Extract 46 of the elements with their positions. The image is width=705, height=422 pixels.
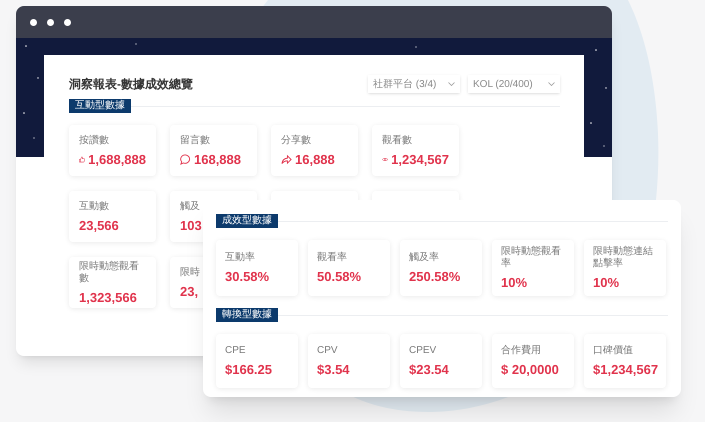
section-tag: 互動型數據: [69, 99, 131, 113]
stat-label: 分享數: [281, 134, 312, 146]
stat-label: 互動數: [79, 200, 110, 212]
thumbs-up-icon: [79, 154, 86, 164]
stat-value: $ 20,0000: [501, 362, 559, 377]
share-arrow-icon: [281, 154, 292, 164]
stat-value: 1,234,567: [391, 152, 449, 166]
section-tag: 成效型數據: [216, 214, 278, 228]
stat-value: 1,688,888: [88, 152, 146, 166]
stat-label: 限時動態觀看數: [79, 260, 140, 284]
stat-value: 168,888: [194, 152, 241, 166]
filter-dropdown[interactable]: 社群平台 (3/4): [368, 75, 460, 93]
stat-label: 觀看率: [317, 252, 348, 264]
stat-label: CPV: [317, 345, 339, 357]
stat-label: 觸及: [180, 200, 201, 212]
stat-value: $23.54: [409, 362, 449, 377]
stat-value: $1,234,567: [593, 362, 658, 377]
stat-value: 10%: [593, 275, 620, 290]
section-tag: 轉換型數據: [216, 308, 278, 322]
stat-value: 23,566: [79, 218, 119, 232]
stat-label: 按讚數: [79, 134, 110, 146]
chevron-down-icon: [448, 82, 455, 86]
stat-value: $3.54: [317, 362, 350, 377]
stat-label: 限時動態觀看率: [501, 246, 562, 270]
stat-label: 口碑價值: [593, 345, 634, 357]
stat-label: 限時動態連結點擊率: [593, 246, 654, 270]
filter-dropdown[interactable]: KOL (20/400): [468, 75, 560, 93]
stat-label: CPEV: [409, 345, 438, 357]
stat-label: 互動率: [225, 252, 256, 264]
stat-value: 1,323,566: [79, 290, 137, 304]
stat-value: 16,888: [295, 152, 335, 166]
stat-value: 103: [180, 218, 202, 232]
stat-value: 30.58%: [225, 269, 270, 284]
stat-label: 合作費用: [501, 345, 542, 357]
stat-label: CPE: [225, 345, 247, 357]
stat-value: 10%: [501, 275, 528, 290]
stat-label: 觸及率: [409, 252, 440, 264]
stat-value: 250.58%: [409, 269, 460, 284]
stat-label: 觀看數: [382, 134, 413, 146]
stat-value: $166.25: [225, 362, 272, 377]
stat-value: 23,: [180, 284, 198, 298]
report-title: 洞察報表-數據成效總覽: [69, 76, 193, 93]
speech-bubble-icon: [180, 154, 191, 164]
chevron-down-icon: [548, 82, 555, 86]
stat-value: 50.58%: [317, 269, 362, 284]
stat-label: 留言數: [180, 134, 211, 146]
